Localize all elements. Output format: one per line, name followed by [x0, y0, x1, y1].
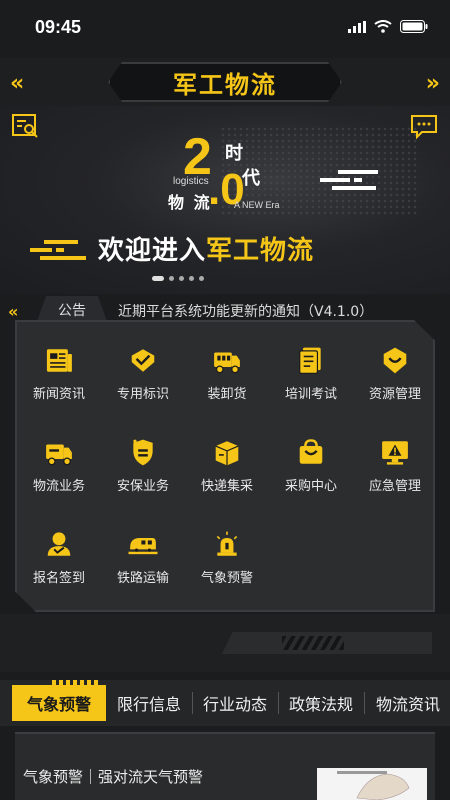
exam-icon	[299, 347, 321, 374]
tab-separator	[192, 692, 193, 714]
grid-item-label: 应急管理	[368, 479, 421, 494]
tab-separator	[278, 692, 279, 714]
chevron-right-icon: »	[425, 71, 440, 96]
status-bar: 09:45	[0, 0, 450, 58]
page-title: 军工物流	[173, 70, 277, 99]
grid-item[interactable]: 报名签到	[17, 506, 101, 586]
shopping-bag-icon	[299, 439, 323, 464]
grid-item-label: 采购中心	[284, 479, 337, 494]
grid-item-label: 快递集采	[200, 479, 253, 494]
carousel-dot[interactable]	[189, 276, 194, 281]
grid-item-label: 培训考试	[284, 387, 337, 402]
grid-item-label: 资源管理	[368, 387, 421, 402]
newspaper-icon	[46, 349, 72, 372]
app-header: « 军工物流 »	[0, 58, 450, 106]
grid-item[interactable]: 培训考试	[269, 322, 353, 402]
tab-item[interactable]: 行业动态	[194, 685, 276, 721]
news-title[interactable]: 气象预警｜强对流天气预警	[23, 766, 203, 787]
speed-lines-yellow-icon	[30, 240, 86, 260]
grid-item[interactable]: 快递集采	[185, 414, 269, 494]
grid-item[interactable]: 专用标识	[101, 322, 185, 402]
train-icon	[128, 538, 158, 555]
news-thumbnail	[317, 768, 427, 800]
package-icon	[215, 441, 239, 466]
welcome-highlight: 军工物流	[206, 236, 315, 266]
grid-item[interactable]: 资源管理	[353, 322, 435, 402]
grid-item-label: 气象预警	[200, 571, 253, 586]
tab-item[interactable]: 限行信息	[108, 685, 190, 721]
grid-item[interactable]: 应急管理	[353, 414, 435, 494]
tab-separator	[364, 692, 365, 714]
news-card[interactable]: 气象预警｜强对流天气预警	[15, 732, 435, 800]
grid-item[interactable]: 安保业务	[101, 414, 185, 494]
grid-item[interactable]: 采购中心	[269, 414, 353, 494]
grid-item[interactable]: 气象预警	[185, 506, 269, 586]
chevron-left-icon: «	[8, 302, 19, 321]
news-tabs: 气象预警 限行信息 行业动态 政策法规 物流资讯	[0, 680, 450, 726]
security-icon	[133, 439, 153, 466]
wifi-icon	[374, 20, 392, 33]
grid-item-label: 物流业务	[32, 479, 85, 494]
tab-item[interactable]: 物流资讯	[366, 685, 450, 721]
notice-text[interactable]: 近期平台系统功能更新的通知（V4.1.0）	[118, 301, 373, 321]
status-time: 09:45	[35, 17, 82, 37]
grid-item-label: 装卸货	[207, 387, 247, 402]
welcome-text: 欢迎进入军工物流	[98, 230, 314, 267]
speed-lines-icon	[320, 170, 378, 190]
notice-tag: 公告	[36, 296, 108, 324]
chevron-left-icon: «	[10, 71, 25, 96]
era-wuliu-text: 物 流	[168, 193, 212, 212]
carousel-dot[interactable]	[199, 276, 204, 281]
carousel-dot[interactable]	[179, 276, 184, 281]
grid-item-label: 专用标识	[116, 387, 169, 402]
decorative-bar	[0, 614, 450, 672]
welcome-prefix: 欢迎进入	[98, 236, 207, 266]
mark-icon	[131, 349, 155, 372]
grid-item-label: 新闻资讯	[32, 387, 85, 402]
function-grid: 新闻资讯 专用标识 装卸货 培训考试 资源管理物流业务 安保业务 快递集采 采购中心 应急管理报…	[15, 320, 435, 612]
grid-item-label: 铁路运输	[116, 571, 169, 586]
carousel-indicator	[152, 276, 204, 281]
status-icons	[348, 20, 428, 33]
era-logistics-text: logistics	[173, 176, 209, 187]
carousel-dot[interactable]	[152, 276, 164, 281]
tab-item[interactable]: 气象预警	[12, 685, 106, 721]
alert-monitor-icon	[382, 441, 408, 465]
deco-hatch	[282, 636, 344, 650]
weather-map-icon	[337, 771, 410, 800]
shield-check-icon	[383, 347, 407, 374]
tab-item[interactable]: 政策法规	[280, 685, 362, 721]
grid-item[interactable]: 装卸货	[185, 322, 269, 402]
era-char-shi: 时	[225, 143, 243, 164]
user-group-icon	[47, 532, 71, 556]
grid-item-label: 报名签到	[32, 571, 85, 586]
battery-icon	[400, 20, 428, 33]
search-doc-icon[interactable]	[12, 114, 40, 140]
siren-icon	[216, 531, 238, 556]
signal-icon	[348, 20, 366, 33]
title-plate: 军工物流	[108, 62, 342, 102]
truck-icon	[46, 444, 72, 466]
message-icon[interactable]	[410, 114, 438, 140]
grid-item[interactable]: 物流业务	[17, 414, 101, 494]
carousel-dot[interactable]	[169, 276, 174, 281]
grid-item-label: 安保业务	[116, 479, 169, 494]
era-new-text: A NEW Era	[234, 200, 280, 210]
banner-carousel[interactable]: 2 时 代 .0 logistics 物 流 A NEW Era 欢迎进入军工物…	[0, 106, 450, 294]
truck-loading-icon	[214, 352, 240, 374]
grid-item[interactable]: 新闻资讯	[17, 322, 101, 402]
grid-item[interactable]: 铁路运输	[101, 506, 185, 586]
